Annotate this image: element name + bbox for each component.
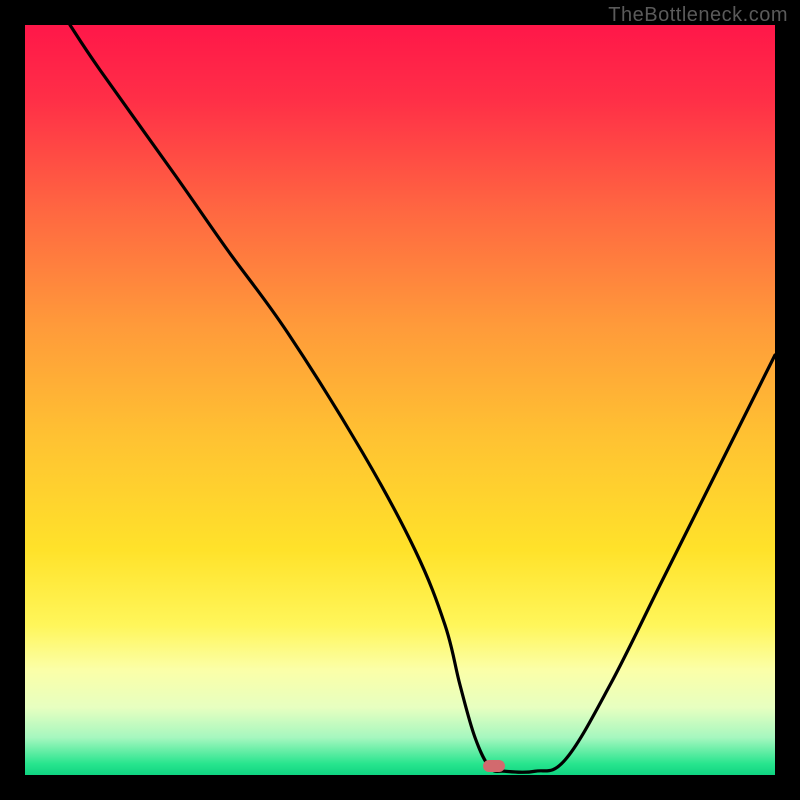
watermark-text: TheBottleneck.com xyxy=(608,4,788,27)
optimal-point-marker xyxy=(483,760,505,772)
chart-frame xyxy=(25,25,775,775)
chart-curve xyxy=(25,25,775,775)
